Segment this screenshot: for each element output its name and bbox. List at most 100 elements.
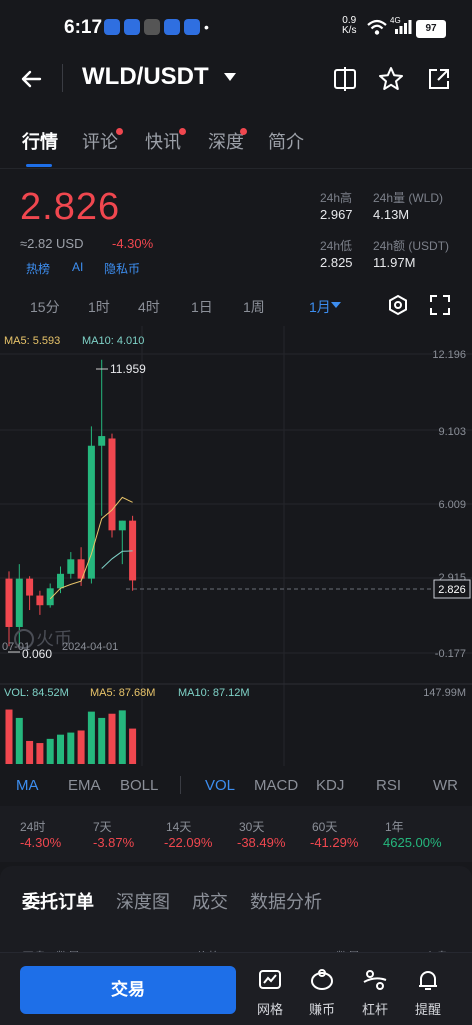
low-label: 24h低 [320, 239, 353, 253]
indicator-macd[interactable]: MACD [254, 777, 298, 794]
perf-label: 1年 [385, 820, 404, 834]
volume-bar [118, 710, 126, 764]
volume-bar [129, 728, 137, 764]
perf-value: -38.49% [237, 835, 286, 850]
perf-value: -41.29% [310, 835, 359, 850]
timeframe-1mo[interactable]: 1月 [309, 297, 331, 317]
perf-label: 30天 [239, 820, 265, 834]
bell-icon [419, 971, 437, 990]
tab-orderbook[interactable]: 委托订单 [22, 888, 94, 914]
volume-bar [108, 713, 116, 764]
nav-earn[interactable]: 赚币 [300, 968, 344, 1018]
indicator-boll[interactable]: BOLL [120, 777, 158, 794]
y-tick: -0.177 [435, 648, 466, 660]
current-price-label: 2.826 [438, 584, 466, 596]
notification-icon [184, 19, 200, 35]
tab-analysis[interactable]: 数据分析 [250, 888, 322, 914]
candle-body [108, 438, 116, 531]
signal-icon [395, 20, 412, 34]
back-arrow-icon[interactable] [20, 68, 42, 90]
tab-trades[interactable]: 成交 [192, 888, 228, 914]
candle-body [57, 573, 64, 589]
indicator-rsi[interactable]: RSI [376, 777, 401, 794]
high-value: 2.967 [320, 207, 353, 222]
candle-body [98, 436, 106, 446]
tab-intro[interactable]: 简介 [268, 128, 304, 154]
perf-value: -3.87% [93, 835, 135, 850]
volume-bar [67, 732, 75, 764]
settings-hex-icon[interactable] [387, 294, 409, 316]
timeframe-1d[interactable]: 1日 [191, 297, 213, 317]
perf-label: 7天 [93, 820, 112, 834]
pair-selector[interactable]: WLD/USDT [82, 63, 209, 91]
indicator-wr[interactable]: WR [433, 777, 458, 794]
indicator-kdj[interactable]: KDJ [316, 777, 344, 794]
fullscreen-icon[interactable] [430, 295, 450, 315]
y-tick: 6.009 [438, 499, 466, 511]
volume-bar [46, 738, 54, 764]
volume-bar [77, 730, 85, 764]
volume-bar [57, 734, 64, 764]
amount-label: 24h额 (USDT) [373, 239, 450, 253]
tab-market[interactable]: 行情 [22, 128, 58, 154]
candle-body [36, 595, 44, 606]
volume-bar [87, 711, 95, 764]
x-tick: 07-01 [2, 641, 30, 653]
tab-comments[interactable]: 评论 [82, 128, 118, 154]
caret-down-icon[interactable] [224, 73, 236, 81]
trade-button[interactable]: 交易 [20, 966, 236, 1014]
tag-ai[interactable]: AI [72, 260, 83, 274]
price-change: -4.30% [112, 236, 154, 251]
share-icon[interactable] [426, 66, 452, 92]
notification-icon [104, 19, 120, 35]
low-value: 2.825 [320, 255, 353, 270]
indicator-ma[interactable]: MA [16, 777, 39, 794]
timeframe-1w[interactable]: 1周 [243, 297, 265, 317]
vol-label: VOL: 84.52M [4, 687, 69, 699]
compare-icon[interactable] [332, 66, 358, 92]
indicator-vol[interactable]: VOL [205, 777, 235, 794]
high-label: 24h高 [320, 191, 353, 205]
vol-ma10-label: MA10: 87.12M [178, 687, 250, 699]
volume-value: 4.13M [373, 207, 410, 222]
volume-label: 24h量 (WLD) [373, 191, 444, 205]
tab-depth[interactable]: 深度 [208, 128, 244, 154]
grid-bot-icon [259, 970, 281, 989]
perf-value: -22.09% [164, 835, 213, 850]
network-speed: 0.9 K/s [342, 15, 357, 36]
notification-icon [164, 19, 180, 35]
amount-value: 11.97M [373, 255, 416, 270]
wifi-icon [367, 19, 387, 35]
candle-body [5, 578, 13, 627]
perf-label: 14天 [166, 820, 192, 834]
timeframe-4h[interactable]: 4时 [138, 297, 160, 317]
y-tick: 9.103 [438, 426, 466, 438]
badge-dot [179, 128, 186, 135]
badge-dot [240, 128, 247, 135]
tab-depth-chart[interactable]: 深度图 [116, 888, 170, 914]
battery-icon: 97 [416, 20, 446, 38]
perf-value: -4.30% [20, 835, 62, 850]
candle-body [87, 445, 95, 579]
timeframe-1h[interactable]: 1时 [88, 297, 110, 317]
volume-bar [15, 717, 23, 764]
tag-hot[interactable]: 热榜 [26, 260, 50, 277]
timeframe-15m[interactable]: 15分 [30, 297, 60, 317]
caret-down-icon[interactable] [331, 302, 341, 308]
candle-body [118, 520, 126, 531]
nav-grid[interactable]: 网格 [248, 968, 292, 1018]
status-time: 6:17 [64, 17, 103, 38]
nav-margin[interactable]: 杠杆 [353, 968, 397, 1018]
perf-value: 4625.00% [383, 835, 442, 850]
tag-privacy[interactable]: 隐私币 [104, 260, 140, 277]
indicator-ema[interactable]: EMA [68, 777, 101, 794]
star-icon[interactable] [377, 65, 405, 93]
nav-alerts[interactable]: 提醒 [406, 968, 450, 1018]
tab-news[interactable]: 快讯 [145, 128, 181, 154]
notification-icon [144, 19, 160, 35]
kline-chart[interactable]: MA5: 5.593 MA10: 4.010 12.196 9.103 6.00… [0, 326, 472, 766]
candle-body [67, 559, 75, 574]
volume-bar [36, 743, 44, 764]
usd-price: ≈2.82 USD [20, 236, 84, 251]
leverage-icon [363, 970, 387, 990]
